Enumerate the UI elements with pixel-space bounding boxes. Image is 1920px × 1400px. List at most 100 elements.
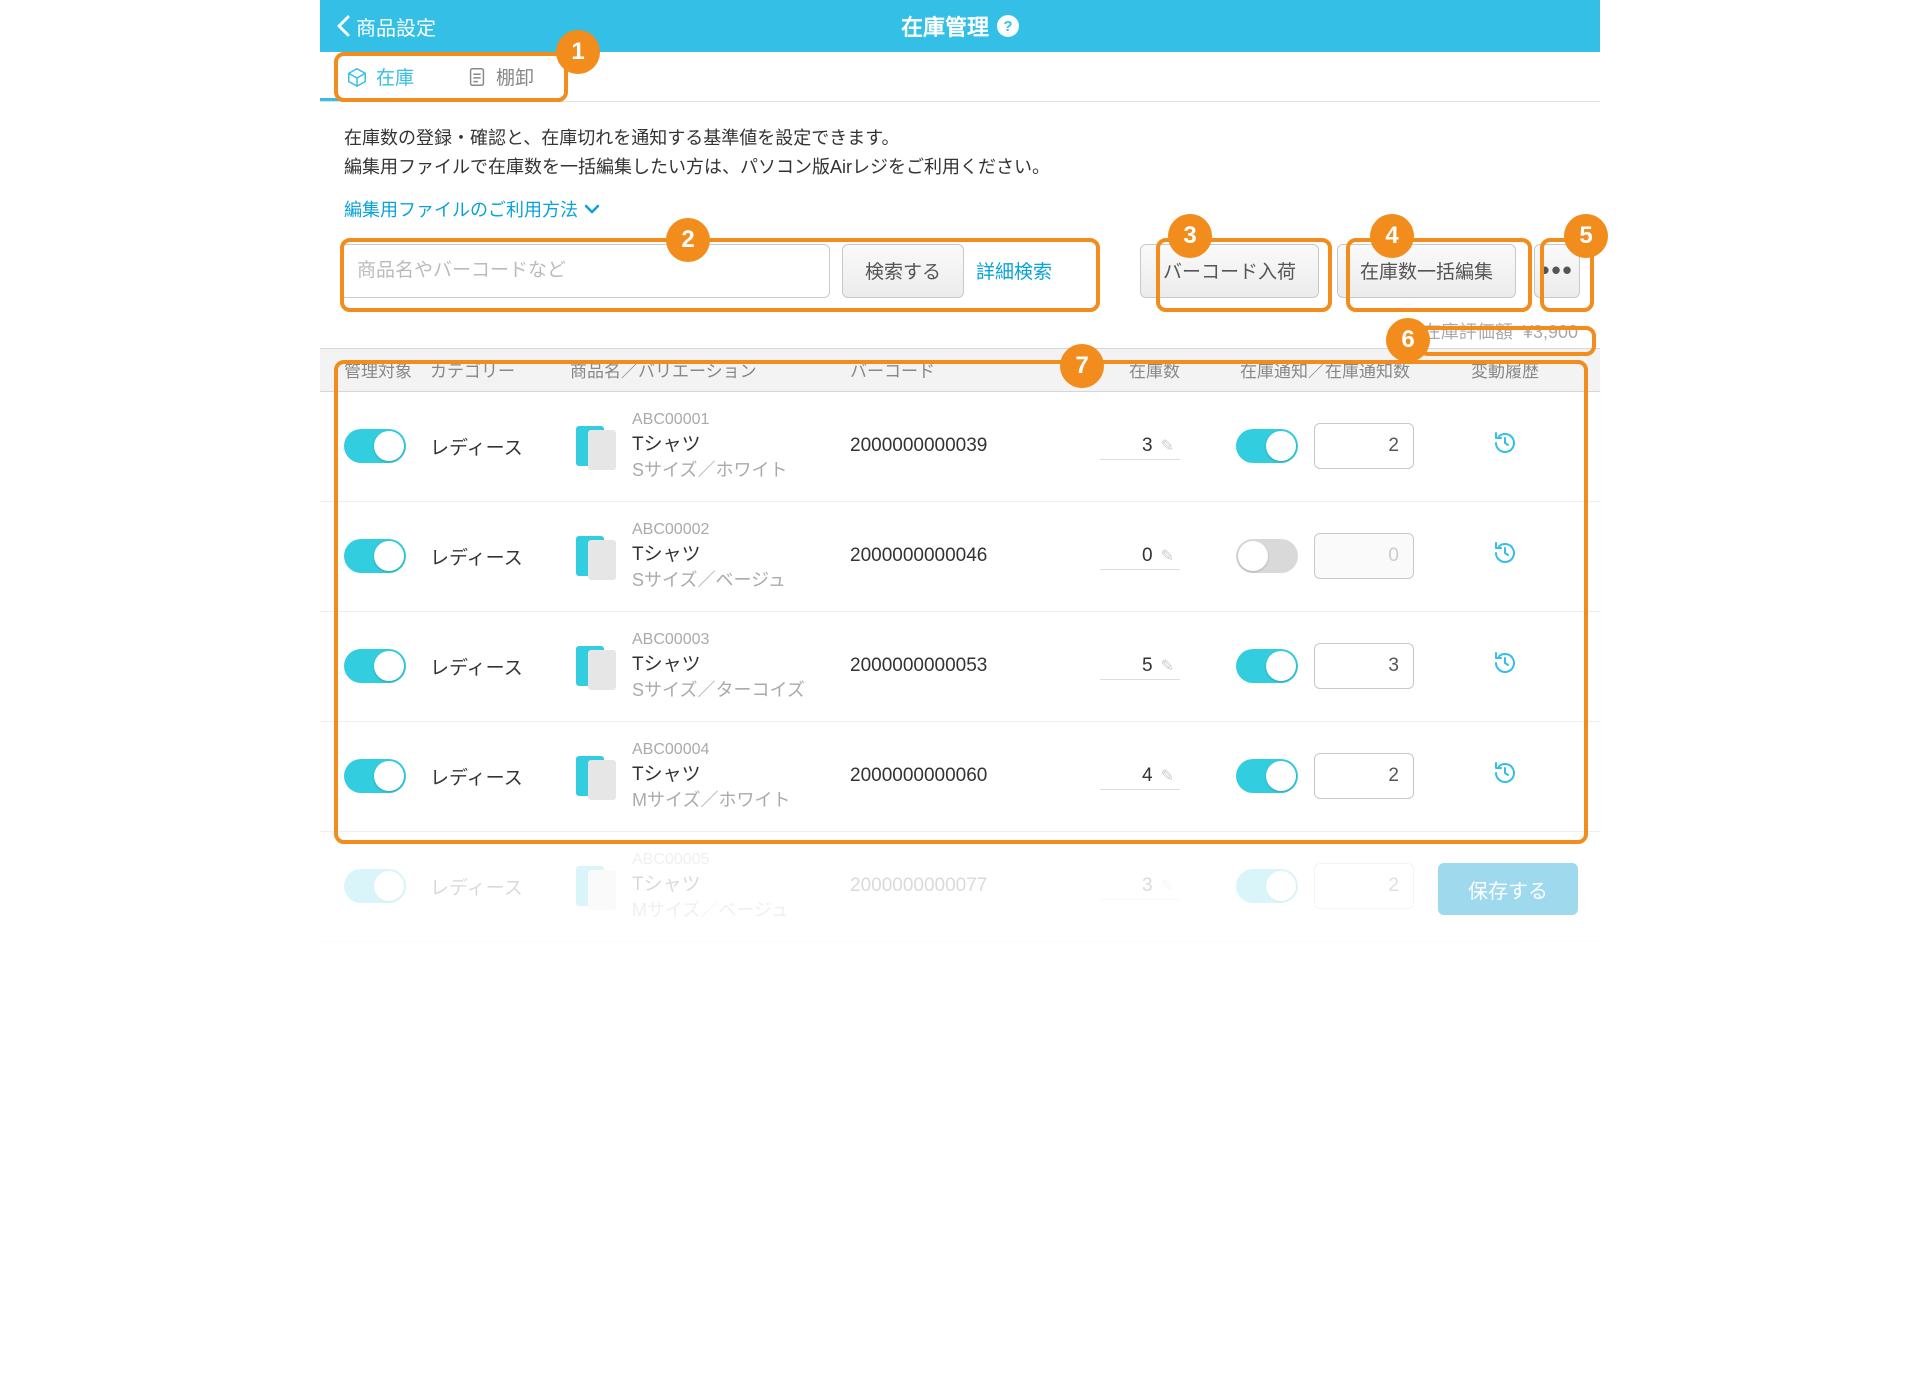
clipboard-icon	[466, 66, 488, 88]
barcode-cell: 2000000000053	[850, 655, 1060, 677]
desc-line2: 編集用ファイルで在庫数を一括編集したい方は、パソコン版Airレジをご利用ください…	[344, 153, 1576, 182]
valuation-label: 在庫評価額	[1423, 322, 1513, 342]
badge-4: 4	[1370, 214, 1414, 258]
notify-toggle[interactable]	[1236, 539, 1298, 573]
variant-label: Mサイズ／ベージュ	[632, 896, 789, 922]
header: 商品設定 在庫管理 ?	[320, 0, 1600, 52]
barcode-cell: 2000000000046	[850, 545, 1060, 567]
col-category: カテゴリー	[430, 357, 570, 382]
pencil-icon: ✎	[1161, 766, 1174, 786]
table-row: レディース ABC00005 Tシャツ Mサイズ／ベージュ 2000000000…	[320, 832, 1600, 942]
badge-7: 7	[1060, 344, 1104, 388]
badge-2: 2	[666, 218, 710, 262]
product-thumb-icon	[570, 422, 618, 470]
history-icon	[1491, 649, 1519, 677]
pencil-icon: ✎	[1161, 656, 1174, 676]
pencil-icon: ✎	[1161, 436, 1174, 456]
manage-toggle[interactable]	[344, 759, 406, 793]
table-row: レディース ABC00001 Tシャツ Sサイズ／ホワイト 2000000000…	[320, 392, 1600, 502]
barcode-cell: 2000000000039	[850, 435, 1060, 457]
manage-toggle[interactable]	[344, 539, 406, 573]
notify-count-input[interactable]	[1314, 423, 1414, 469]
search-button[interactable]: 検索する	[842, 244, 964, 298]
history-button[interactable]	[1491, 661, 1519, 682]
stock-value[interactable]: 4 ✎	[1100, 763, 1180, 790]
chevron-left-icon	[336, 15, 350, 37]
sku-label: ABC00002	[632, 521, 786, 539]
sku-label: ABC00004	[632, 741, 790, 759]
notify-toggle[interactable]	[1236, 429, 1298, 463]
badge-1: 1	[556, 30, 600, 74]
product-thumb-icon	[570, 862, 618, 910]
col-history: 変動履歴	[1450, 357, 1560, 382]
tab-inventory-label: 棚卸	[496, 63, 534, 90]
col-name: 商品名／バリエーション	[570, 357, 850, 382]
product-thumb-icon	[570, 532, 618, 580]
notify-toggle[interactable]	[1236, 649, 1298, 683]
save-button[interactable]: 保存する	[1438, 863, 1578, 915]
product-name: Tシャツ	[632, 759, 790, 786]
category-cell: レディース	[430, 873, 570, 900]
variant-label: Sサイズ／ホワイト	[632, 456, 787, 482]
history-button[interactable]	[1491, 441, 1519, 462]
table-row: レディース ABC00002 Tシャツ Sサイズ／ベージュ 2000000000…	[320, 502, 1600, 612]
stock-value[interactable]: 0 ✎	[1100, 543, 1180, 570]
product-name: Tシャツ	[632, 429, 787, 456]
product-name: Tシャツ	[632, 869, 789, 896]
barcode-receive-button[interactable]: バーコード入荷	[1140, 244, 1319, 298]
help-link[interactable]: 編集用ファイルのご利用方法	[344, 196, 600, 222]
notify-count-input	[1314, 533, 1414, 579]
notify-toggle[interactable]	[1236, 869, 1298, 903]
box-icon	[346, 66, 368, 88]
tab-inventory[interactable]: 棚卸	[440, 52, 560, 101]
manage-toggle[interactable]	[344, 649, 406, 683]
history-icon	[1491, 539, 1519, 567]
product-thumb-icon	[570, 752, 618, 800]
chevron-down-icon	[584, 204, 600, 214]
category-cell: レディース	[430, 543, 570, 570]
product-name: Tシャツ	[632, 539, 786, 566]
badge-5: 5	[1564, 214, 1608, 258]
barcode-cell: 2000000000060	[850, 765, 1060, 787]
search-input[interactable]	[340, 244, 830, 298]
category-cell: レディース	[430, 433, 570, 460]
pencil-icon: ✎	[1161, 876, 1174, 896]
tab-stock-label: 在庫	[376, 63, 414, 90]
back-label: 商品設定	[356, 12, 436, 41]
history-button[interactable]	[1491, 551, 1519, 572]
page-title: 在庫管理	[901, 10, 989, 42]
variant-label: Sサイズ／ターコイズ	[632, 676, 805, 702]
description: 在庫数の登録・確認と、在庫切れを通知する基準値を設定できます。 編集用ファイルで…	[320, 102, 1600, 188]
stock-value[interactable]: 3 ✎	[1100, 433, 1180, 460]
bulk-edit-button[interactable]: 在庫数一括編集	[1337, 244, 1516, 298]
advanced-search-link[interactable]: 詳細検索	[976, 257, 1052, 284]
notify-count-input[interactable]	[1314, 643, 1414, 689]
desc-line1: 在庫数の登録・確認と、在庫切れを通知する基準値を設定できます。	[344, 124, 1576, 153]
valuation-value: ¥3,900	[1523, 322, 1578, 342]
sku-label: ABC00005	[632, 851, 789, 869]
variant-label: Sサイズ／ベージュ	[632, 566, 786, 592]
notify-count-input[interactable]	[1314, 753, 1414, 799]
manage-toggle[interactable]	[344, 429, 406, 463]
product-thumb-icon	[570, 642, 618, 690]
stock-value[interactable]: 3 ✎	[1100, 873, 1180, 900]
category-cell: レディース	[430, 653, 570, 680]
stock-value[interactable]: 5 ✎	[1100, 653, 1180, 680]
col-barcode: バーコード	[850, 357, 1060, 382]
notify-toggle[interactable]	[1236, 759, 1298, 793]
help-link-label: 編集用ファイルのご利用方法	[344, 196, 578, 222]
manage-toggle[interactable]	[344, 869, 406, 903]
notify-count-input[interactable]	[1314, 863, 1414, 909]
help-icon[interactable]: ?	[997, 15, 1019, 37]
history-button[interactable]	[1491, 771, 1519, 792]
variant-label: Mサイズ／ホワイト	[632, 786, 790, 812]
col-manage: 管理対象	[320, 357, 430, 382]
back-button[interactable]: 商品設定	[320, 12, 452, 41]
sku-label: ABC00003	[632, 631, 805, 649]
product-name: Tシャツ	[632, 649, 805, 676]
tab-stock[interactable]: 在庫	[320, 52, 440, 101]
pencil-icon: ✎	[1161, 546, 1174, 566]
badge-3: 3	[1168, 214, 1212, 258]
ellipsis-icon: •••	[1540, 255, 1573, 286]
history-icon	[1491, 429, 1519, 457]
